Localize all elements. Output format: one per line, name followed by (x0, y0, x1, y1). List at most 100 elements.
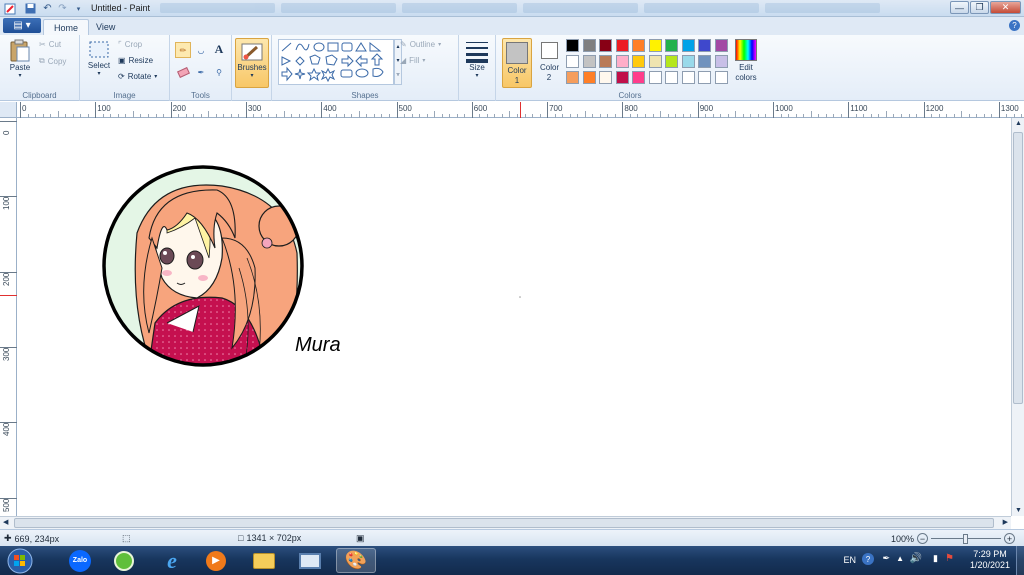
palette-color-swatch[interactable] (582, 55, 596, 68)
file-menu-button[interactable]: ▤ ▾ (3, 18, 41, 33)
palette-color-swatch[interactable] (648, 71, 662, 84)
scroll-right-icon[interactable]: ▶ (1003, 518, 1008, 526)
clock[interactable]: 7:29 PM 1/20/2021 (968, 549, 1012, 571)
select-button[interactable]: Select ▾ (86, 39, 112, 77)
palette-color-swatch[interactable] (648, 39, 662, 52)
palette-color-swatch[interactable] (632, 39, 645, 52)
show-hidden-icons[interactable]: ▲ (896, 554, 904, 563)
brushes-button[interactable]: Brushes ▾ (235, 38, 269, 88)
palette-color-swatch[interactable] (615, 39, 629, 52)
zoom-in-button[interactable]: + (1004, 533, 1016, 544)
shapes-gallery[interactable] (278, 39, 394, 85)
scroll-up-icon[interactable]: ▲ (1015, 120, 1022, 127)
paint-app-icon[interactable] (3, 2, 16, 15)
start-button[interactable] (4, 547, 36, 574)
text-tool[interactable]: A (211, 41, 227, 57)
minimize-button[interactable]: — (950, 1, 969, 14)
size-button[interactable]: Size ▾ (463, 39, 491, 79)
taskbar-app[interactable] (104, 548, 144, 573)
taskbar-media-player[interactable]: ▶ (196, 548, 236, 573)
fill-button[interactable]: ◢ Fill ▾ (400, 56, 425, 65)
palette-color-swatch[interactable] (714, 39, 728, 52)
show-desktop-button[interactable] (1016, 546, 1024, 575)
scroll-left-icon[interactable]: ◀ (3, 518, 8, 526)
palette-color-swatch[interactable] (665, 39, 678, 52)
ruler-label: 600 (473, 104, 488, 113)
rotate-button[interactable]: ⟳ Rotate ▾ (118, 72, 157, 81)
taskbar-remote-desktop[interactable] (290, 548, 330, 573)
flag-icon[interactable]: ⚑ (945, 553, 954, 564)
palette-color-swatch[interactable] (648, 55, 662, 68)
color2-button[interactable]: Color 2 (536, 40, 562, 83)
palette-color-swatch[interactable] (599, 71, 612, 84)
palette-color-swatch[interactable] (698, 71, 711, 84)
palette-color-swatch[interactable] (681, 55, 695, 68)
maximize-button[interactable]: ❐ (970, 1, 989, 14)
vertical-scroll-thumb[interactable] (1013, 132, 1023, 404)
close-button[interactable]: ✕ (990, 1, 1021, 14)
signature-text: Mura (295, 334, 341, 356)
taskbar-internet-explorer[interactable]: e (152, 548, 192, 573)
palette-color-swatch[interactable] (632, 71, 645, 84)
horizontal-scrollbar[interactable]: ◀ ▶ (0, 516, 1011, 529)
edit-colors-button[interactable]: Edit colors (730, 39, 762, 83)
palette-color-swatch[interactable] (615, 71, 629, 84)
palette-color-swatch[interactable] (632, 55, 645, 68)
pen-icon[interactable]: ✒ (882, 553, 890, 564)
palette-color-swatch[interactable] (566, 39, 579, 52)
palette-color-swatch[interactable] (615, 55, 629, 68)
outline-button[interactable]: ✎ Outline ▾ (400, 40, 441, 49)
size-label: Size (469, 63, 485, 72)
palette-color-swatch[interactable] (714, 55, 728, 68)
copy-button[interactable]: ⧉ Copy (39, 56, 66, 66)
taskbar-file-explorer[interactable] (244, 548, 284, 573)
color1-button[interactable]: Color 1 (502, 38, 532, 88)
zoom-out-button[interactable]: − (917, 533, 929, 544)
drawing-canvas[interactable]: Mura (17, 118, 1011, 516)
scroll-down-icon[interactable]: ▼ (1015, 507, 1022, 514)
palette-color-swatch[interactable] (698, 55, 711, 68)
language-indicator[interactable]: EN (843, 555, 856, 565)
palette-color-swatch[interactable] (566, 71, 579, 84)
horizontal-scroll-thumb[interactable] (14, 518, 994, 528)
vertical-scrollbar[interactable]: ▲ ▼ (1011, 118, 1024, 516)
palette-color-swatch[interactable] (566, 55, 579, 68)
taskbar-paint[interactable]: 🎨 (336, 548, 376, 573)
palette-color-swatch[interactable] (714, 71, 728, 84)
redo-icon[interactable]: ↷ (56, 2, 69, 15)
speaker-icon[interactable]: 🔊 (910, 553, 922, 564)
help-tray-icon[interactable]: ? (862, 553, 874, 565)
ribbon: Paste ▾ ✂ Cut ⧉ Copy Clipboard Select ▾ … (0, 35, 1024, 101)
customize-toolbar-icon[interactable]: ▾ (72, 2, 85, 15)
ruler-label: 1300 (1000, 104, 1019, 113)
tab-home[interactable]: Home (43, 19, 90, 35)
taskbar-zalo[interactable]: Zalo (60, 548, 100, 573)
resize-button[interactable]: ▣ Resize (118, 56, 153, 65)
palette-color-swatch[interactable] (599, 39, 612, 52)
tab-view[interactable]: View (86, 19, 125, 35)
cut-button[interactable]: ✂ Cut (39, 40, 61, 49)
palette-color-swatch[interactable] (599, 55, 612, 68)
palette-color-swatch[interactable] (681, 39, 695, 52)
zoom-slider-thumb[interactable] (963, 533, 969, 544)
fill-tool[interactable]: ◡ (193, 42, 209, 58)
magnifier-tool[interactable]: ⚲ (211, 64, 227, 80)
palette-color-swatch[interactable] (665, 55, 678, 68)
palette-color-swatch[interactable] (582, 39, 596, 52)
help-icon[interactable]: ? (1009, 20, 1020, 31)
palette-color-swatch[interactable] (698, 39, 711, 52)
eraser-tool[interactable] (175, 64, 191, 80)
crop-button[interactable]: ⌜ Crop (118, 40, 142, 49)
ruler-cursor-marker (0, 295, 17, 296)
pencil-tool[interactable]: ✏ (175, 42, 191, 58)
palette-color-swatch[interactable] (665, 71, 678, 84)
zoom-slider[interactable] (931, 533, 1002, 544)
undo-icon[interactable]: ↶ (41, 2, 54, 15)
paste-icon (10, 39, 30, 62)
palette-color-swatch[interactable] (582, 71, 596, 84)
save-icon[interactable] (24, 2, 37, 15)
palette-color-swatch[interactable] (681, 71, 695, 84)
network-icon[interactable]: ▮ (933, 553, 938, 564)
paste-button[interactable]: Paste ▾ (6, 39, 34, 79)
color-picker-tool[interactable]: ✒ (193, 64, 209, 80)
